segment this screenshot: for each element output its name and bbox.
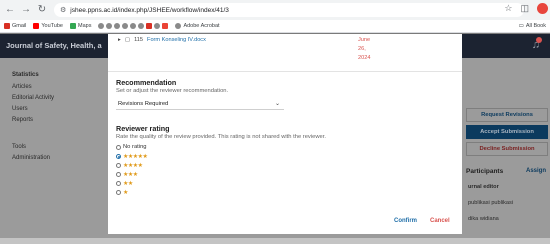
- forward-icon[interactable]: →: [20, 4, 32, 16]
- bookmark-icon: [114, 23, 121, 29]
- bookmark-icon: [138, 23, 145, 29]
- gmail-icon: [162, 23, 169, 29]
- radio-button[interactable]: [116, 190, 121, 195]
- youtube-icon: [33, 23, 40, 29]
- file-date: June 26, 2024: [358, 37, 371, 61]
- participant-role: urnal editor: [468, 184, 499, 190]
- checkbox[interactable]: ▢: [125, 37, 130, 43]
- cancel-button[interactable]: Cancel: [430, 218, 450, 224]
- rating-option-none[interactable]: No rating: [116, 144, 147, 150]
- radio-button[interactable]: [116, 163, 121, 168]
- sidebar: Statistics Articles Editorial Activity U…: [0, 58, 108, 244]
- divider: [108, 71, 462, 72]
- profile-avatar[interactable]: [537, 3, 548, 14]
- decision-panel: Request Revisions Accept Submission Decl…: [462, 58, 550, 244]
- sidebar-item-users[interactable]: Users: [12, 106, 28, 112]
- star-icon: ★: [123, 190, 128, 196]
- review-modal: ▸ ▢ 115 Form Konseling IV.docx June 26, …: [108, 34, 462, 234]
- star-icon: ★★★★★: [123, 154, 148, 160]
- assign-link[interactable]: Assign: [526, 168, 546, 174]
- bookmark-adobe[interactable]: Adobe Acrobat: [175, 23, 220, 29]
- accept-submission-button[interactable]: Accept Submission: [466, 125, 548, 139]
- rating-title: Reviewer rating: [116, 124, 170, 133]
- star-icon: ★★★★: [123, 163, 143, 169]
- sidebar-heading: Statistics: [12, 72, 39, 78]
- sidebar-item-administration[interactable]: Administration: [12, 155, 50, 161]
- taskbar-strip: [0, 238, 550, 244]
- participant-name[interactable]: dika widiana: [468, 216, 499, 222]
- bookmark-icon: [154, 23, 161, 29]
- bookmark-icons-group[interactable]: [98, 23, 169, 29]
- journal-title[interactable]: Journal of Safety, Health, a: [6, 41, 102, 50]
- recommendation-select[interactable]: Revisions Required ⌄: [116, 99, 284, 110]
- radio-button[interactable]: [116, 181, 121, 186]
- review-file-row: ▸ ▢ 115 Form Konseling IV.docx: [118, 37, 206, 43]
- bookmark-youtube[interactable]: YouTube: [33, 23, 63, 29]
- back-icon[interactable]: ←: [4, 4, 16, 16]
- recommendation-description: Set or adjust the reviewer recommendatio…: [116, 88, 229, 94]
- rating-option-3[interactable]: ★★★: [116, 171, 138, 178]
- chevron-down-icon: ⌄: [274, 101, 280, 107]
- expand-icon[interactable]: ▸: [118, 37, 121, 43]
- star-icon: ★★★: [123, 172, 138, 178]
- bookmark-icon: [130, 23, 137, 29]
- file-id: 115: [134, 37, 144, 43]
- site-info-icon[interactable]: ⚙: [60, 6, 66, 14]
- decline-submission-button[interactable]: Decline Submission: [466, 142, 548, 156]
- radio-button[interactable]: [116, 172, 121, 177]
- rating-option-4[interactable]: ★★★★: [116, 162, 143, 169]
- sidebar-item-tools[interactable]: Tools: [12, 144, 26, 150]
- reload-icon[interactable]: ↻: [36, 4, 48, 16]
- bookmark-icon: [122, 23, 129, 29]
- browser-toolbar: ← → ↻ ⚙ jshee.ppns.ac.id/index.php/JSHEE…: [0, 0, 550, 20]
- rating-description: Rate the quality of the review provided.…: [116, 134, 326, 140]
- sidebar-item-editorial-activity[interactable]: Editorial Activity: [12, 95, 54, 101]
- adobe-icon: [175, 23, 182, 29]
- sidebar-item-reports[interactable]: Reports: [12, 117, 33, 123]
- radio-button[interactable]: [116, 144, 121, 150]
- extensions-icon[interactable]: ◫: [520, 3, 529, 14]
- sidebar-item-articles[interactable]: Articles: [12, 84, 32, 90]
- participant-name[interactable]: publikasi publikasi: [468, 200, 513, 206]
- bookmark-icon: [106, 23, 113, 29]
- radio-button-selected[interactable]: [116, 154, 121, 159]
- gmail-icon: [4, 23, 10, 29]
- rating-option-2[interactable]: ★★: [116, 180, 133, 187]
- all-bookmarks[interactable]: ▭ All Book: [519, 23, 546, 29]
- request-revisions-button[interactable]: Request Revisions: [466, 108, 548, 122]
- bookmark-star-icon[interactable]: ☆: [504, 3, 512, 14]
- rating-option-5[interactable]: ★★★★★: [116, 153, 148, 160]
- notification-badge: [536, 37, 542, 43]
- star-icon: ★★: [123, 181, 133, 187]
- bookmarks-bar: Gmail YouTube Maps Adobe Acrobat ▭ All B…: [0, 20, 550, 33]
- rating-option-1[interactable]: ★: [116, 189, 128, 196]
- recommendation-title: Recommendation: [116, 78, 177, 87]
- participants-heading: Participants: [466, 168, 504, 175]
- maps-icon: [70, 23, 76, 29]
- file-link[interactable]: Form Konseling IV.docx: [147, 37, 206, 43]
- bookmark-gmail[interactable]: Gmail: [4, 23, 26, 29]
- url-text: jshee.ppns.ac.id/index.php/JSHEE/workflo…: [70, 6, 229, 14]
- bookmark-icon: [146, 23, 153, 29]
- bookmark-icon: [98, 23, 105, 29]
- confirm-button[interactable]: Confirm: [394, 218, 417, 224]
- bookmark-maps[interactable]: Maps: [70, 23, 91, 29]
- address-bar[interactable]: ⚙ jshee.ppns.ac.id/index.php/JSHEE/workf…: [54, 3, 524, 17]
- folder-icon: ▭: [518, 23, 524, 29]
